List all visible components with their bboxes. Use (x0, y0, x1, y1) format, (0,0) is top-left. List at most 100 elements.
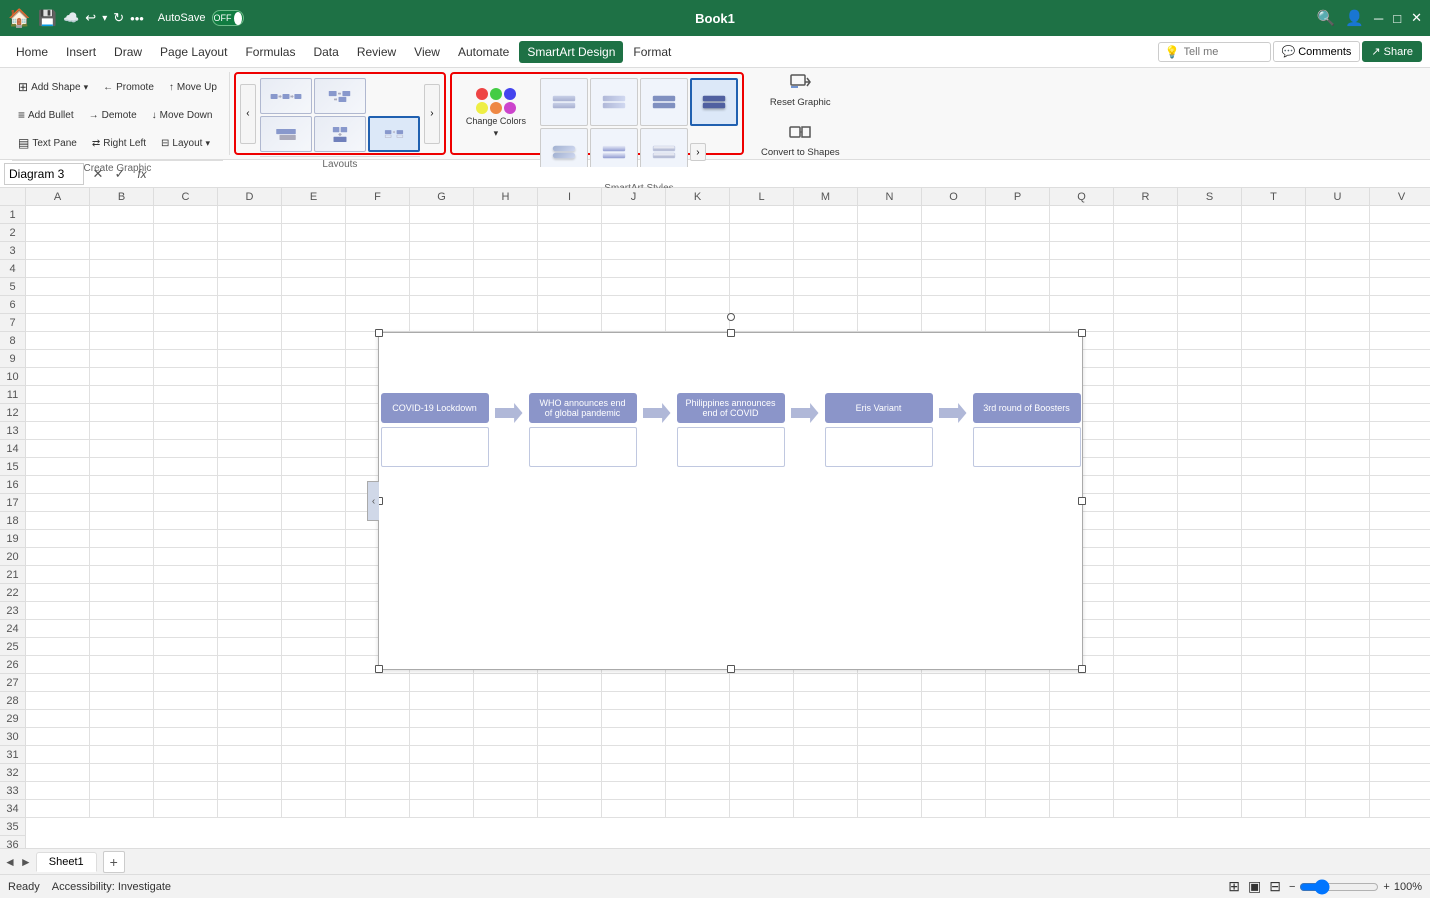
menu-smartart-design[interactable]: SmartArt Design (519, 41, 623, 63)
col-C[interactable]: C (154, 188, 218, 205)
styles-next-button[interactable]: › (690, 143, 706, 161)
style-item-2[interactable] (640, 78, 688, 126)
col-B[interactable]: B (90, 188, 154, 205)
right-left-button[interactable]: ⇄ Right Left (86, 130, 152, 156)
flow-item-4[interactable]: 3rd round of Boosters (973, 393, 1081, 467)
layout-item-3[interactable] (314, 116, 366, 152)
col-R[interactable]: R (1114, 188, 1178, 205)
zoom-slider[interactable] (1299, 879, 1379, 895)
layout-item-4[interactable] (368, 116, 420, 152)
col-O[interactable]: O (922, 188, 986, 205)
row-34[interactable]: 34 (0, 800, 25, 818)
layouts-next-button[interactable]: › (424, 84, 440, 144)
col-E[interactable]: E (282, 188, 346, 205)
row-18[interactable]: 18 (0, 512, 25, 530)
row-5[interactable]: 5 (0, 278, 25, 296)
row-20[interactable]: 20 (0, 548, 25, 566)
menu-formulas[interactable]: Formulas (237, 41, 303, 63)
col-N[interactable]: N (858, 188, 922, 205)
home-icon[interactable]: 🏠 (8, 8, 30, 29)
sheet-nav-prev[interactable]: ◄ (4, 855, 16, 869)
move-up-button[interactable]: ↑ Move Up (163, 74, 223, 100)
col-J[interactable]: J (602, 188, 666, 205)
change-colors-button[interactable]: Change Colors ▾ (460, 84, 532, 144)
row-8[interactable]: 8 (0, 332, 25, 350)
undo-dropdown-icon[interactable]: ▾ (102, 13, 107, 24)
row-10[interactable]: 10 (0, 368, 25, 386)
close-icon[interactable]: ✕ (1411, 10, 1422, 26)
sheet-tab-1[interactable]: Sheet1 (36, 852, 97, 872)
col-M[interactable]: M (794, 188, 858, 205)
smartart-diagram[interactable]: ‹ COVID-19 Lockdown (378, 332, 1083, 670)
style-item-1[interactable] (590, 78, 638, 126)
col-V[interactable]: V (1370, 188, 1430, 205)
layouts-prev-button[interactable]: ‹ (240, 84, 256, 144)
row-31[interactable]: 31 (0, 746, 25, 764)
cancel-formula-icon[interactable]: ✕ (88, 166, 108, 182)
col-S[interactable]: S (1178, 188, 1242, 205)
row-2[interactable]: 2 (0, 224, 25, 242)
col-Q[interactable]: Q (1050, 188, 1114, 205)
col-H[interactable]: H (474, 188, 538, 205)
text-panel-toggle[interactable]: ‹ (367, 481, 379, 521)
menu-data[interactable]: Data (305, 41, 346, 63)
flow-box-bottom-2[interactable] (677, 427, 785, 467)
style-item-3[interactable] (690, 78, 738, 126)
flow-item-2[interactable]: Philippines announces end of COVID (677, 393, 785, 467)
sheet-nav-next[interactable]: ► (20, 855, 32, 869)
flow-item-1[interactable]: WHO announces end of global pandemic (529, 393, 637, 467)
add-shape-button[interactable]: ⊞ Add Shape ▾ (12, 74, 94, 100)
layout-button[interactable]: ⊟ Layout ▾ (155, 130, 216, 156)
style-item-0[interactable] (540, 78, 588, 126)
promote-button[interactable]: ← Promote (97, 74, 160, 100)
menu-insert[interactable]: Insert (58, 41, 104, 63)
rotate-handle[interactable] (727, 313, 735, 321)
row-29[interactable]: 29 (0, 710, 25, 728)
flow-box-bottom-3[interactable] (825, 427, 933, 467)
row-19[interactable]: 19 (0, 530, 25, 548)
row-15[interactable]: 15 (0, 458, 25, 476)
share-button[interactable]: ↗ Share (1362, 41, 1422, 62)
row-27[interactable]: 27 (0, 674, 25, 692)
row-21[interactable]: 21 (0, 566, 25, 584)
row-30[interactable]: 30 (0, 728, 25, 746)
row-13[interactable]: 13 (0, 422, 25, 440)
page-layout-view-icon[interactable]: ▣ (1248, 878, 1261, 895)
flow-item-3[interactable]: Eris Variant (825, 393, 933, 467)
col-A[interactable]: A (26, 188, 90, 205)
page-break-view-icon[interactable]: ⊟ (1269, 878, 1281, 895)
row-36[interactable]: 36 (0, 836, 25, 848)
col-T[interactable]: T (1242, 188, 1306, 205)
tell-me-box[interactable]: 💡 (1158, 42, 1271, 62)
row-1[interactable]: 1 (0, 206, 25, 224)
account-icon[interactable]: 👤 (1345, 9, 1364, 27)
row-6[interactable]: 6 (0, 296, 25, 314)
row-26[interactable]: 26 (0, 656, 25, 674)
search-icon[interactable]: 🔍 (1317, 9, 1336, 27)
move-down-button[interactable]: ↓ Move Down (146, 102, 219, 128)
formula-input[interactable] (156, 167, 1426, 181)
col-D[interactable]: D (218, 188, 282, 205)
layout-item-1[interactable] (314, 78, 366, 114)
flow-box-top-2[interactable]: Philippines announces end of COVID (677, 393, 785, 423)
col-F[interactable]: F (346, 188, 410, 205)
row-3[interactable]: 3 (0, 242, 25, 260)
row-17[interactable]: 17 (0, 494, 25, 512)
flow-box-bottom-4[interactable] (973, 427, 1081, 467)
layout-item-2[interactable] (260, 116, 312, 152)
row-22[interactable]: 22 (0, 584, 25, 602)
flow-box-top-3[interactable]: Eris Variant (825, 393, 933, 423)
normal-view-icon[interactable]: ⊞ (1228, 878, 1240, 895)
row-33[interactable]: 33 (0, 782, 25, 800)
confirm-formula-icon[interactable]: ✓ (110, 166, 130, 182)
add-sheet-button[interactable]: + (103, 851, 125, 873)
flow-box-top-4[interactable]: 3rd round of Boosters (973, 393, 1081, 423)
insert-function-icon[interactable]: fx (132, 167, 152, 181)
row-7[interactable]: 7 (0, 314, 25, 332)
restore-icon[interactable]: □ (1393, 11, 1401, 26)
text-pane-button[interactable]: ▤ Text Pane (12, 130, 83, 156)
row-16[interactable]: 16 (0, 476, 25, 494)
row-11[interactable]: 11 (0, 386, 25, 404)
flow-box-bottom-1[interactable] (529, 427, 637, 467)
autosave-toggle[interactable]: OFF (212, 10, 244, 26)
